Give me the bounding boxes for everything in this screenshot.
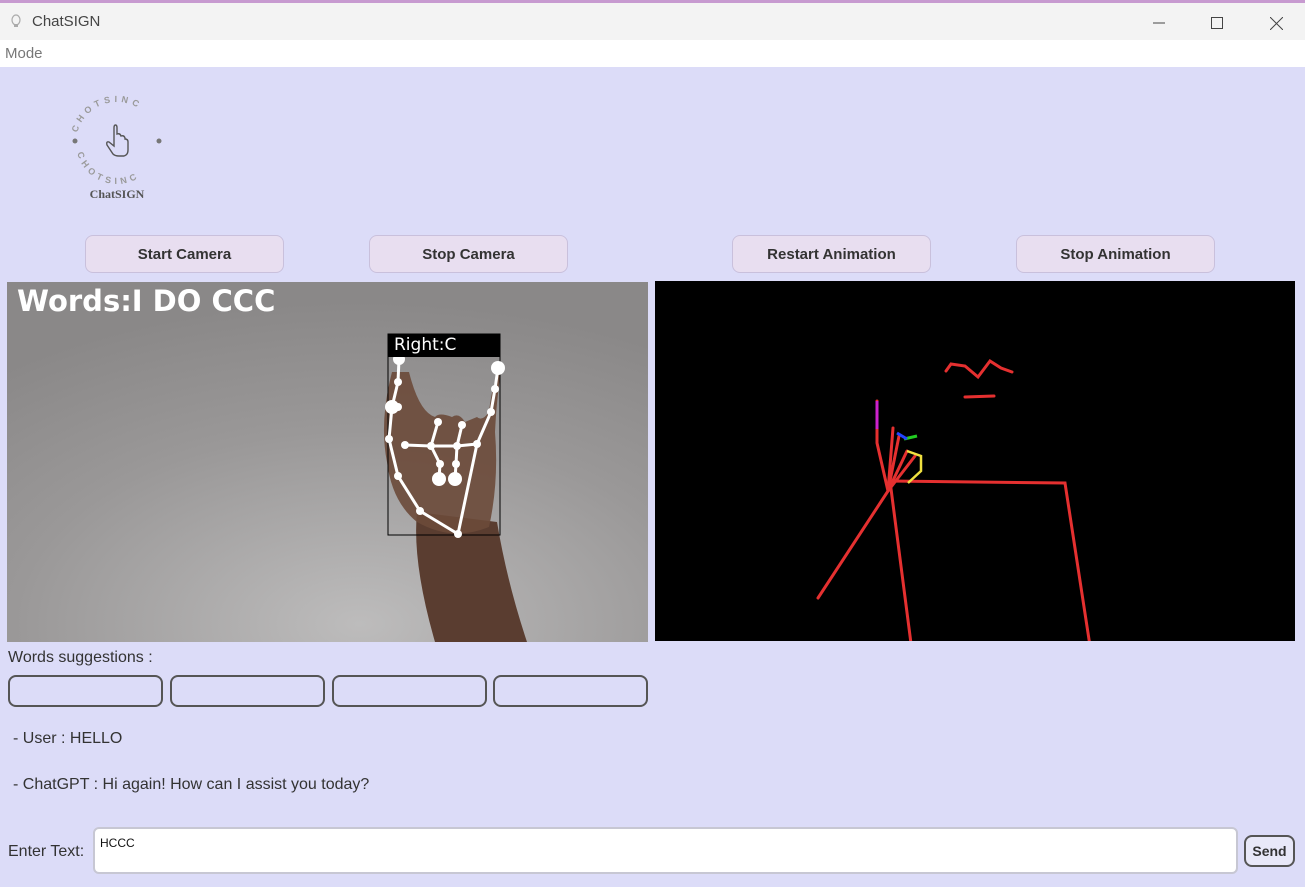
stop-camera-button[interactable]: Stop Camera: [369, 235, 568, 273]
stop-animation-button[interactable]: Stop Animation: [1016, 235, 1215, 273]
camera-image: [7, 282, 648, 642]
start-camera-button[interactable]: Start Camera: [85, 235, 284, 273]
suggestion-box-1[interactable]: [8, 675, 163, 707]
close-button[interactable]: [1251, 6, 1301, 40]
logo-graphic: CHOTSINC CHOTSINC: [70, 94, 162, 186]
chatsign-logo: CHOTSINC CHOTSINC ChatSIGN: [62, 88, 172, 208]
logo-label: ChatSIGN: [89, 187, 145, 201]
suggestions-title: Words suggestions :: [8, 649, 153, 666]
suggestion-box-2[interactable]: [170, 675, 325, 707]
words-overlay: Words:I DO CCC: [17, 284, 276, 318]
chat-message-assistant: - ChatGPT : Hi again! How can I assist y…: [13, 776, 370, 793]
hand-label: Right:C: [388, 334, 500, 357]
suggestion-box-4[interactable]: [493, 675, 648, 707]
avatar-skeleton: [816, 358, 1091, 641]
animation-canvas: [655, 281, 1295, 641]
maximize-button[interactable]: [1192, 6, 1242, 40]
window-title: ChatSIGN: [32, 13, 101, 30]
svg-text:CHOTSINC: CHOTSINC: [70, 94, 145, 134]
enter-text-label: Enter Text:: [8, 843, 85, 860]
close-icon: [1269, 16, 1283, 30]
restart-animation-button[interactable]: Restart Animation: [732, 235, 931, 273]
app-icon: [11, 14, 21, 27]
camera-feed: Words:I DO CCC Right:C: [7, 282, 648, 642]
suggestion-box-3[interactable]: [332, 675, 487, 707]
svg-text:CHOTSINC: CHOTSINC: [75, 150, 141, 186]
minimize-button[interactable]: [1134, 6, 1184, 40]
menu-bar: Mode: [0, 40, 1305, 67]
maximize-icon: [1211, 17, 1223, 29]
minimize-icon: [1153, 22, 1165, 24]
menu-item-mode[interactable]: Mode: [5, 45, 43, 62]
title-bar: ChatSIGN: [0, 3, 1305, 40]
text-input[interactable]: HCCC: [93, 827, 1238, 874]
send-button[interactable]: Send: [1244, 835, 1295, 867]
chat-message-user: - User : HELLO: [13, 730, 123, 747]
